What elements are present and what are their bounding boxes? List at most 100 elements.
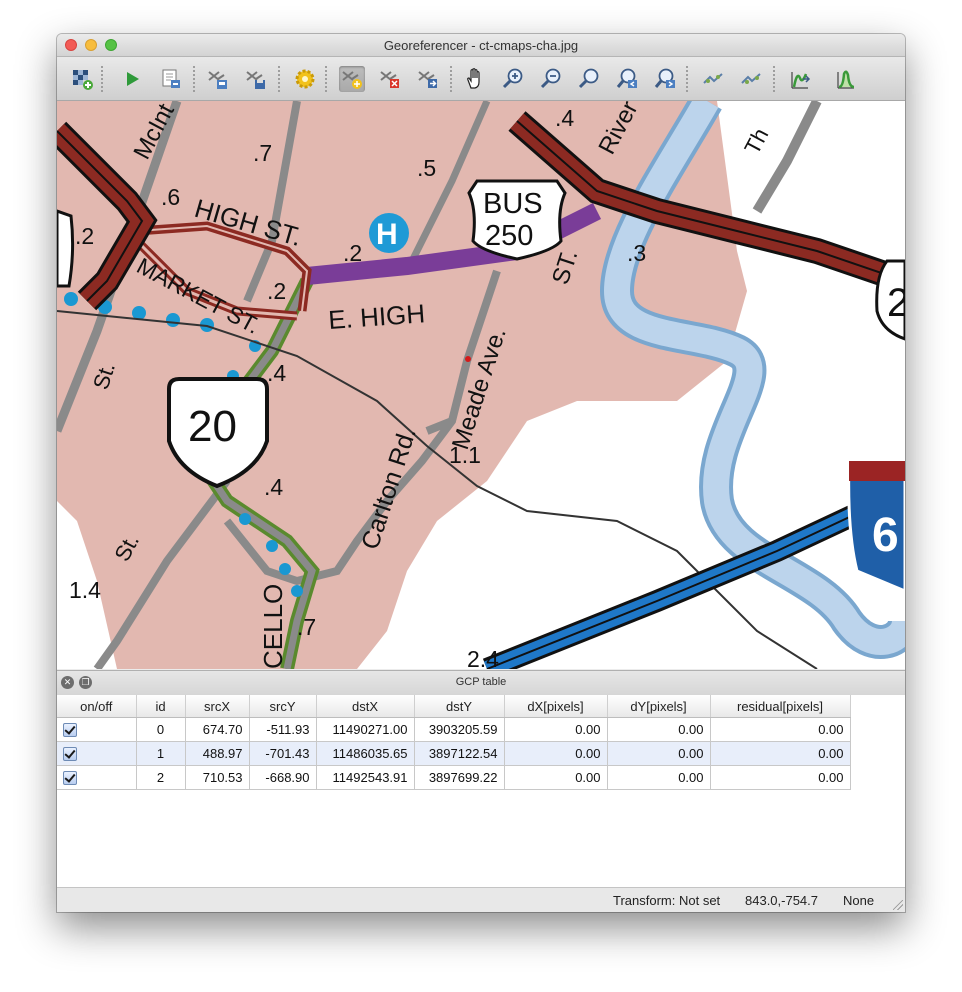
- column-header-residual[interactable]: residual[pixels]: [710, 695, 851, 718]
- dstx-cell[interactable]: 11486035.65: [316, 741, 415, 766]
- srcx-cell[interactable]: 488.97: [185, 741, 250, 766]
- dy-cell: 0.00: [607, 741, 711, 766]
- mile-marker: .5: [417, 155, 436, 181]
- gcp-enabled-checkbox[interactable]: [63, 723, 77, 738]
- dock-title: GCP table: [455, 676, 507, 688]
- column-header-dstx[interactable]: dstX: [316, 695, 415, 718]
- toolbar-separator: [325, 65, 327, 93]
- column-header-srcx[interactable]: srcX: [185, 695, 250, 718]
- pan-icon[interactable]: [462, 66, 488, 92]
- srcy-cell[interactable]: -511.93: [249, 717, 317, 742]
- map-label-th: Th: [739, 124, 773, 158]
- open-raster-icon[interactable]: [69, 66, 95, 92]
- delete-point-icon[interactable]: [377, 66, 403, 92]
- mile-marker: 1.1: [449, 442, 481, 468]
- dstx-cell[interactable]: 11492543.91: [316, 765, 415, 790]
- interstate-shield: 6: [847, 459, 905, 593]
- zoom-next-icon[interactable]: [652, 66, 678, 92]
- dx-cell: 0.00: [504, 717, 608, 742]
- mile-marker: .4: [267, 360, 286, 386]
- dsty-cell[interactable]: 3897122.54: [414, 741, 505, 766]
- hospital-icon: H: [369, 213, 409, 253]
- link-georeferencer-to-qgis-icon[interactable]: [700, 66, 726, 92]
- map-canvas[interactable]: 6 2 BUS 250 20 H HIGH ST. MARKET ST. E. …: [57, 101, 905, 669]
- dstx-cell[interactable]: 11490271.00: [316, 717, 415, 742]
- add-point-icon[interactable]: [339, 66, 365, 92]
- toolbar-separator: [193, 65, 195, 93]
- dsty-cell[interactable]: 3897699.22: [414, 765, 505, 790]
- dsty-cell[interactable]: 3903205.59: [414, 717, 505, 742]
- gcp-id-cell: 0: [136, 717, 186, 742]
- column-header-dy[interactable]: dY[pixels]: [607, 695, 711, 718]
- residual-cell: 0.00: [710, 741, 851, 766]
- srcy-cell[interactable]: -668.90: [249, 765, 317, 790]
- mile-marker: .2: [343, 240, 362, 266]
- us-shield-partial: 2: [875, 259, 905, 341]
- crs-status: None: [843, 893, 875, 908]
- residual-cell: 0.00: [710, 765, 851, 790]
- start-georeferencing-icon[interactable]: [119, 66, 145, 92]
- title-bar: Georeferencer - ct-cmaps-cha.jpg: [57, 34, 905, 57]
- us-shield-partial-number: 2: [887, 281, 905, 325]
- gcp-id-cell: 1: [136, 741, 186, 766]
- georeferencer-window: Georeferencer - ct-cmaps-cha.jpg 6 2 BUS…: [57, 34, 905, 912]
- table-row[interactable]: 2 710.53 -668.90 11492543.91 3897699.22 …: [57, 765, 851, 790]
- mile-marker: .2: [75, 223, 94, 249]
- table-row[interactable]: 1 488.97 -701.43 11486035.65 3897122.54 …: [57, 741, 851, 766]
- column-header-dsty[interactable]: dstY: [414, 695, 505, 718]
- mile-marker: 2.4: [467, 646, 499, 669]
- gcp-point-marker: [465, 356, 471, 362]
- mile-marker: 1.4: [69, 577, 101, 603]
- table-header-row: on/off id srcX srcY dstX dstY dX[pixels]…: [57, 695, 851, 718]
- srcy-cell[interactable]: -701.43: [249, 741, 317, 766]
- window-title: Georeferencer - ct-cmaps-cha.jpg: [383, 38, 579, 53]
- generate-gdal-script-icon[interactable]: [158, 66, 184, 92]
- gcp-table[interactable]: on/off id srcX srcY dstX dstY dX[pixels]…: [57, 695, 905, 888]
- column-header-id[interactable]: id: [136, 695, 186, 718]
- mile-marker: .3: [627, 240, 646, 266]
- road-river-right: [752, 101, 822, 214]
- map-label-cello: CELLO: [258, 584, 288, 669]
- zoom-to-layer-icon[interactable]: [576, 66, 602, 92]
- toolbar-separator: [773, 65, 775, 93]
- local-histogram-stretch-icon[interactable]: [833, 66, 859, 92]
- move-gcp-point-icon[interactable]: [415, 66, 441, 92]
- transformation-settings-icon[interactable]: [292, 66, 318, 92]
- zoom-out-icon[interactable]: [538, 66, 564, 92]
- mile-marker: .7: [297, 614, 316, 640]
- column-header-on-off[interactable]: on/off: [57, 695, 137, 718]
- gcp-id-cell: 2: [136, 765, 186, 790]
- transform-status: Transform: Not set: [613, 893, 721, 908]
- dx-cell: 0.00: [504, 765, 608, 790]
- zoom-in-icon[interactable]: [500, 66, 526, 92]
- interstate-64-fill: [484, 483, 905, 669]
- table-row[interactable]: 0 674.70 -511.93 11490271.00 3903205.59 …: [57, 717, 851, 742]
- residual-cell: 0.00: [710, 717, 851, 742]
- save-gcp-points-icon[interactable]: [243, 66, 269, 92]
- us-shield-left-partial: [57, 209, 75, 288]
- srcx-cell[interactable]: 674.70: [185, 717, 250, 742]
- interstate-shield-number: 6: [872, 509, 899, 562]
- toolbar-separator: [450, 65, 452, 93]
- link-qgis-to-georeferencer-icon[interactable]: [738, 66, 764, 92]
- svg-text:H: H: [376, 218, 398, 251]
- column-header-srcy[interactable]: srcY: [249, 695, 317, 718]
- dy-cell: 0.00: [607, 765, 711, 790]
- gcp-enabled-checkbox[interactable]: [63, 771, 77, 786]
- dy-cell: 0.00: [607, 717, 711, 742]
- route-shield-number: 20: [188, 402, 237, 451]
- full-histogram-stretch-icon[interactable]: [787, 66, 813, 92]
- georeferencer-toolbar: [57, 57, 905, 101]
- srcx-cell[interactable]: 710.53: [185, 765, 250, 790]
- gcp-enabled-checkbox[interactable]: [63, 747, 77, 762]
- business-250-shield: BUS 250: [467, 179, 567, 261]
- mile-marker: .6: [161, 184, 180, 210]
- zoom-last-icon[interactable]: [614, 66, 640, 92]
- gcp-dock-header: ✕ ❐ GCP table: [57, 670, 905, 696]
- mile-marker: .4: [555, 105, 574, 131]
- toolbar-separator: [101, 65, 103, 93]
- load-gcp-points-icon[interactable]: [205, 66, 231, 92]
- column-header-dx[interactable]: dX[pixels]: [504, 695, 608, 718]
- dx-cell: 0.00: [504, 741, 608, 766]
- resize-grip[interactable]: [893, 900, 903, 910]
